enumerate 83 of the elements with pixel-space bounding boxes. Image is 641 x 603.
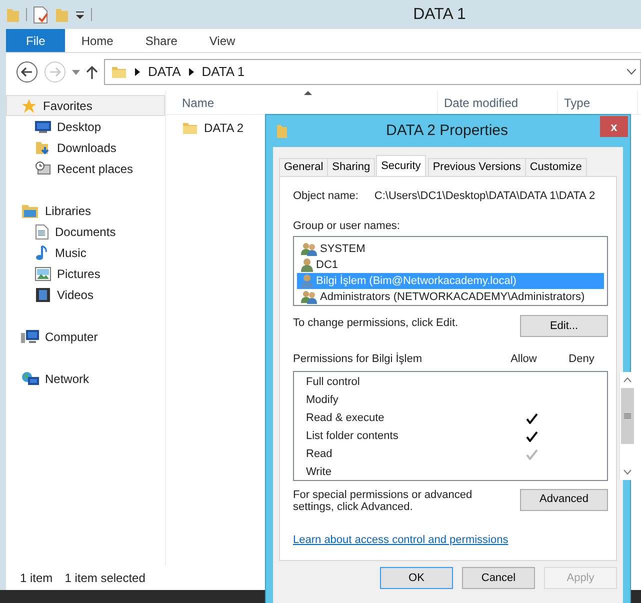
user-list-item[interactable]: Administrators (NETWORKACADEMY\Administrators): [297, 289, 604, 305]
properties-icon[interactable]: [33, 6, 49, 24]
tab[interactable]: Customize: [524, 158, 587, 176]
scrollbar[interactable]: [619, 372, 635, 480]
folder-icon: [182, 120, 198, 136]
sidebar-item[interactable]: Computer: [6, 326, 165, 347]
star-icon: [21, 98, 37, 114]
column-header[interactable]: Date modified: [444, 94, 518, 112]
chevron-icon[interactable]: [135, 68, 140, 76]
document-icon: [35, 224, 49, 240]
sort-arrow-icon: [304, 90, 312, 94]
breadcrumb-item[interactable]: DATA 1: [202, 62, 245, 82]
customize-toolbar-icon[interactable]: [75, 10, 85, 20]
sidebar-item[interactable]: Recent places: [6, 158, 165, 179]
tab[interactable]: Security: [376, 155, 426, 176]
user-icon: [301, 274, 313, 288]
ribbon-tab[interactable]: View: [193, 29, 252, 52]
dialog-title: DATA 2 Properties: [386, 120, 508, 141]
sidebar-item[interactable]: Documents: [6, 221, 165, 242]
permission-name: Write: [306, 466, 332, 478]
sidebar-item[interactable]: Favorites: [6, 95, 165, 116]
user-group-icon: [301, 242, 317, 256]
status-text: 1 item: [20, 570, 53, 587]
recent-places-icon: [35, 160, 51, 176]
dropdown-caret-icon[interactable]: [72, 70, 80, 74]
sidebar-item[interactable]: Videos: [6, 284, 165, 305]
permission-name: Full control: [306, 376, 360, 388]
up-arrow-icon[interactable]: [86, 65, 98, 79]
edit-button[interactable]: Edit...: [520, 315, 608, 337]
section-label: Group or user names:: [293, 218, 400, 234]
window-title: DATA 1: [413, 4, 466, 24]
permission-name: List folder contents: [306, 430, 398, 442]
sidebar-item[interactable]: Pictures: [6, 263, 165, 284]
sidebar-item[interactable]: Libraries: [6, 200, 165, 221]
dialog-button[interactable]: Cancel: [462, 567, 535, 589]
column-header: Deny: [568, 352, 596, 367]
object-path: C:\Users\DC1\Desktop\DATA\DATA 1\DATA 2: [374, 189, 596, 204]
ribbon-tab[interactable]: Share: [129, 29, 194, 52]
user-icon: [301, 258, 313, 272]
download-folder-icon: [35, 140, 51, 156]
grip-icon[interactable]: [624, 412, 631, 418]
address-bar[interactable]: DATA DATA 1: [104, 59, 641, 85]
section-label: Permissions for Bilgi İşlem: [293, 352, 423, 367]
sidebar-item[interactable]: Downloads: [6, 137, 165, 158]
hint-text: To change permissions, click Edit.: [293, 316, 458, 331]
back-icon[interactable]: [16, 61, 38, 83]
column-header[interactable]: Type: [564, 94, 590, 112]
user-group-icon: [301, 290, 317, 304]
tab[interactable]: Previous Versions: [428, 158, 526, 176]
ribbon-tab[interactable]: File: [6, 29, 66, 52]
tab[interactable]: Sharing: [327, 158, 376, 176]
close-button[interactable]: x: [600, 116, 628, 137]
picture-icon: [35, 266, 51, 280]
dialog-button[interactable]: OK: [380, 567, 453, 589]
column-header: Allow: [510, 352, 538, 367]
ribbon-tab[interactable]: Home: [65, 29, 130, 52]
user-list-item[interactable]: SYSTEM: [297, 241, 604, 257]
monitor-icon: [35, 120, 51, 134]
dropdown-caret-icon[interactable]: [627, 69, 636, 75]
permission-name: Modify: [306, 394, 338, 406]
tab[interactable]: General: [279, 158, 328, 176]
permission-name: Read: [306, 448, 332, 460]
folder-icon: [111, 64, 127, 80]
status-text: 1 item selected: [64, 570, 146, 587]
computer-icon: [21, 328, 39, 344]
file-row[interactable]: DATA 2: [176, 117, 250, 139]
permission-name: Read & execute: [306, 412, 384, 424]
music-note-icon: [35, 244, 49, 260]
user-list-item[interactable]: DC1: [297, 257, 604, 273]
field-label: Object name:: [293, 189, 358, 204]
sidebar-item[interactable]: Music: [6, 242, 165, 263]
hint-text: For special permissions or advanced settings, click Advanced.: [293, 488, 474, 513]
sidebar-item[interactable]: Desktop: [6, 116, 165, 137]
film-icon: [35, 286, 51, 302]
help-link[interactable]: Learn about access control and permissions: [293, 534, 508, 546]
chevron-icon[interactable]: [188, 68, 194, 76]
library-icon: [21, 202, 39, 218]
sidebar-item[interactable]: Network: [6, 368, 165, 389]
network-icon: [21, 370, 39, 386]
folder-icon: [276, 123, 288, 139]
column-header[interactable]: Name: [182, 94, 214, 112]
advanced-button[interactable]: Advanced: [520, 488, 608, 510]
breadcrumb-item[interactable]: DATA: [148, 62, 181, 82]
